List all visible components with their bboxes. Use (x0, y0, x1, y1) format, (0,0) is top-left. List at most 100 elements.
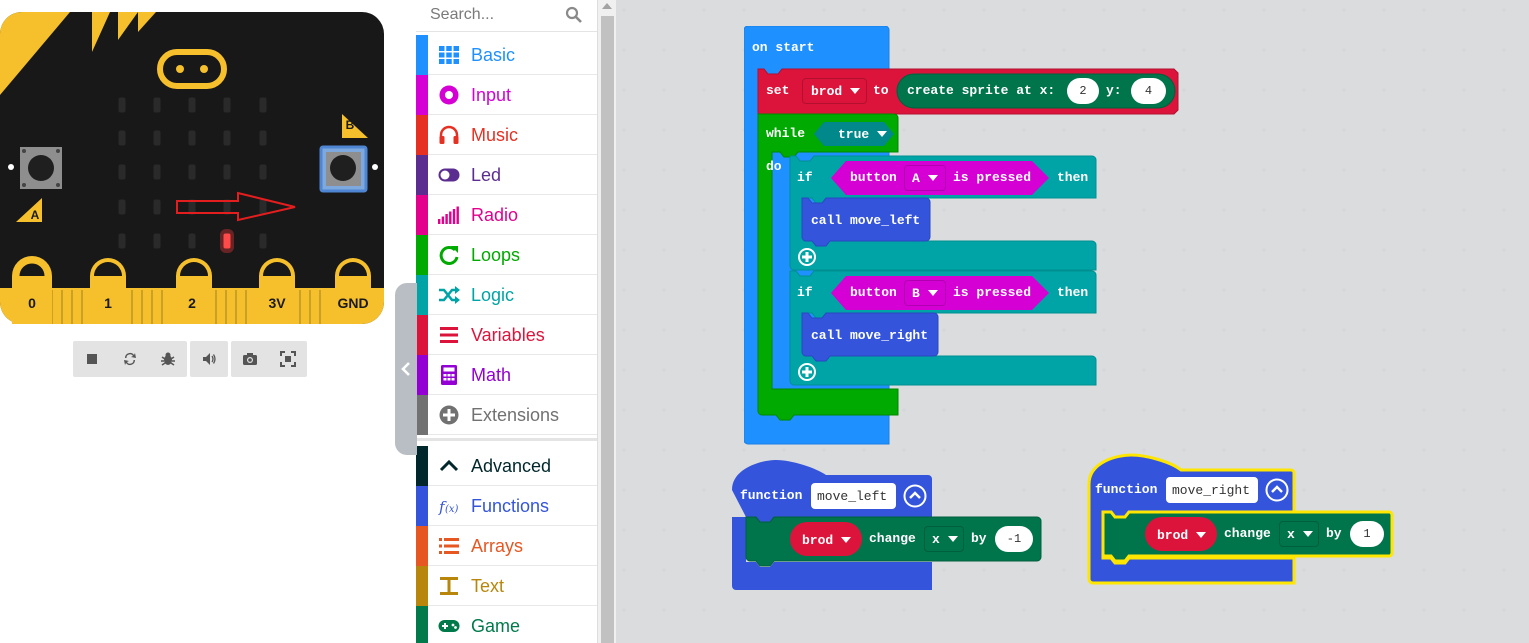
amount-input-left[interactable]: -1 (995, 526, 1033, 552)
collapse-simulator-button[interactable] (395, 283, 417, 455)
category-label: Music (471, 125, 519, 145)
sound-button[interactable] (190, 341, 228, 377)
led-off (259, 164, 267, 180)
category-led[interactable]: Led (416, 155, 597, 195)
pin-label-gnd: GND (337, 295, 368, 311)
function-icon: f (x) (438, 498, 459, 516)
button-a[interactable] (20, 147, 62, 189)
variable-dropdown-left[interactable]: brod (792, 527, 854, 553)
led-off (259, 233, 267, 249)
category-music[interactable]: Music (416, 115, 597, 155)
led-off (223, 130, 231, 146)
function-name-input-left[interactable]: move_left (811, 483, 896, 509)
category-label: Radio (471, 205, 519, 225)
pin-label-2: 2 (188, 295, 196, 311)
gamepad-icon (438, 620, 460, 632)
button-dropdown-a[interactable]: A (904, 165, 946, 191)
category-label: Functions (471, 496, 550, 516)
target-icon (439, 85, 459, 105)
led-off (153, 130, 161, 146)
function-move-left-block[interactable] (732, 458, 1042, 594)
do-keyword: do (766, 159, 782, 174)
category-radio[interactable]: Radio (416, 195, 597, 235)
led-off (118, 164, 126, 180)
search-icon[interactable] (565, 6, 583, 24)
led-off (188, 130, 196, 146)
button-value: B (912, 285, 920, 301)
then-keyword-a: then (1057, 170, 1089, 185)
function-name-input-right[interactable]: move_right (1166, 477, 1258, 503)
collapse-up-icon[interactable] (1265, 478, 1289, 502)
chevron-down-icon (850, 88, 861, 94)
sprite-x-input[interactable]: 2 (1067, 78, 1099, 104)
led-off (188, 233, 196, 249)
function-move-right-block[interactable] (1087, 452, 1397, 588)
axis-dropdown-left[interactable]: x (924, 526, 964, 552)
condition-dropdown-true[interactable]: true (828, 121, 890, 147)
category-label: Input (471, 85, 512, 105)
screenshot-button[interactable] (231, 341, 269, 377)
calculator-icon (441, 365, 457, 385)
search-input[interactable] (430, 4, 570, 26)
microbit-board[interactable]: 0 1 2 3V GND A B (0, 0, 390, 330)
to-keyword: to (873, 83, 889, 98)
category-loops[interactable]: Loops (416, 235, 597, 275)
change-keyword-right: change (1224, 526, 1271, 541)
scroll-up-icon[interactable] (602, 3, 612, 9)
scrollbar-thumb[interactable] (601, 16, 614, 643)
chevron-left-icon (401, 362, 410, 376)
category-label: Basic (471, 45, 516, 65)
category-label: Math (471, 365, 512, 385)
axis-dropdown-right[interactable]: x (1279, 521, 1319, 547)
category-text[interactable]: Text (416, 566, 597, 606)
fullscreen-icon (280, 351, 296, 367)
led-off (153, 199, 161, 215)
variable-dropdown-right[interactable]: brod (1147, 522, 1209, 548)
y-label: y: (1106, 83, 1122, 98)
variable-name: brod (1157, 527, 1189, 543)
category-extensions[interactable]: Extensions (416, 395, 597, 435)
category-arrays[interactable]: Arrays (416, 526, 597, 566)
toolbox-search (416, 0, 597, 32)
shuffle-icon (439, 286, 460, 304)
blocks-workspace[interactable]: on start set brod to create sprite at x:… (616, 0, 1529, 643)
toolbox-divider (416, 438, 597, 441)
category-logic[interactable]: Logic (416, 275, 597, 315)
list-icon (439, 538, 459, 554)
category-math[interactable]: Math (416, 355, 597, 395)
category-variables[interactable]: Variables (416, 315, 597, 355)
sprite-y-input[interactable]: 4 (1131, 78, 1166, 104)
toggle-icon (438, 168, 460, 182)
led-off (259, 97, 267, 113)
restart-button[interactable] (111, 341, 149, 377)
then-keyword-b: then (1057, 285, 1089, 300)
collapse-up-icon[interactable] (903, 484, 927, 508)
button-b-label: B (346, 118, 355, 132)
sound-icon (203, 353, 216, 365)
stop-button[interactable] (73, 341, 111, 377)
call-move-left: call move_left (811, 213, 921, 228)
category-game[interactable]: Game (416, 606, 597, 643)
variable-dropdown-brod[interactable]: brod (802, 78, 867, 104)
is-pressed-b: is pressed (953, 285, 1032, 300)
restart-icon (124, 353, 136, 365)
category-advanced[interactable]: Advanced (416, 446, 597, 486)
category-basic[interactable]: Basic (416, 35, 597, 75)
chevron-down-icon (947, 536, 958, 542)
button-text-a: button (850, 170, 897, 185)
chevron-up-icon (439, 459, 459, 472)
toolbox-scrollbar[interactable] (597, 0, 616, 643)
if-keyword-a: if (797, 170, 813, 185)
category-label: Extensions (471, 405, 560, 425)
create-sprite-label: create sprite at x: (907, 83, 1056, 98)
pin-label-3v: 3V (268, 295, 286, 311)
fullscreen-button[interactable] (269, 341, 307, 377)
category-input[interactable]: Input (416, 75, 597, 115)
amount-input-right[interactable]: 1 (1350, 521, 1384, 547)
function-keyword-right: function (1095, 482, 1158, 497)
debug-button[interactable] (149, 341, 187, 377)
button-dropdown-b[interactable]: B (904, 280, 946, 306)
category-functions[interactable]: f (x) Functions (416, 486, 597, 526)
button-b[interactable] (319, 145, 368, 193)
category-label: Variables (471, 325, 545, 345)
